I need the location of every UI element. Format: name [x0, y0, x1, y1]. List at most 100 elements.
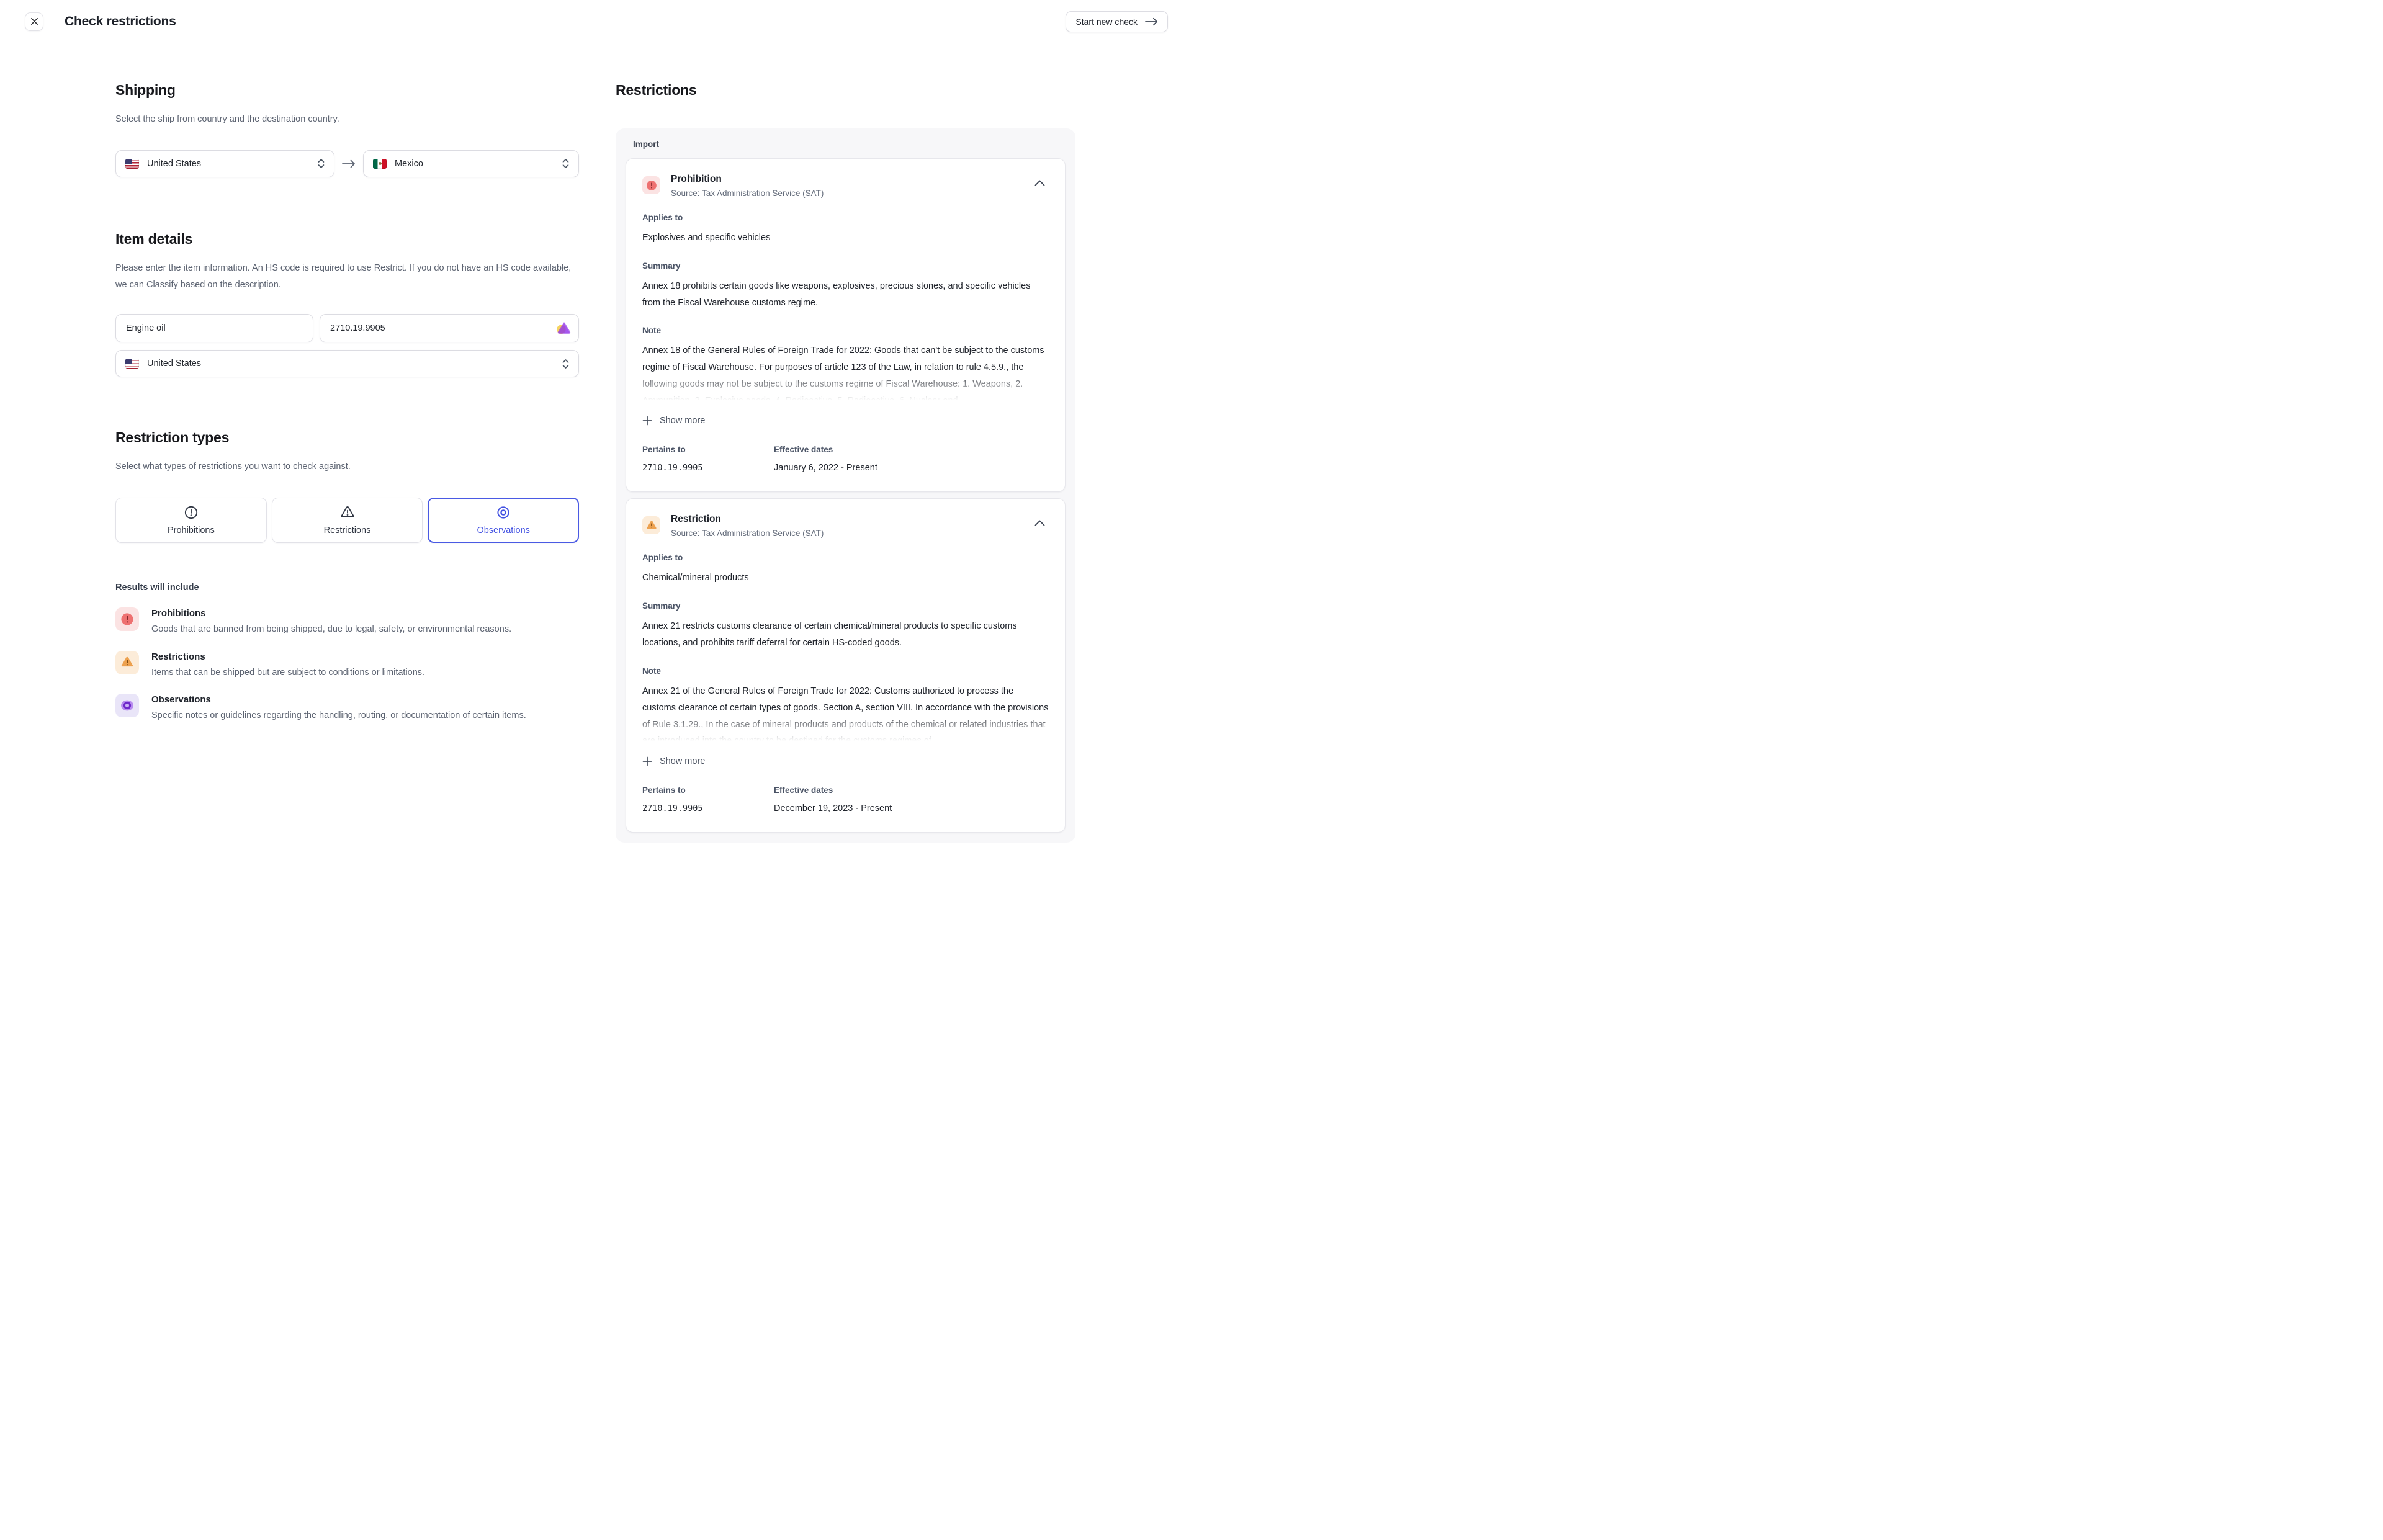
restriction-badge-icon — [115, 651, 139, 674]
page-title: Check restrictions — [65, 14, 176, 29]
summary-value: Annex 21 restricts customs clearance of … — [642, 618, 1049, 651]
card-title: Prohibition — [671, 174, 824, 185]
collapse-button[interactable] — [1031, 516, 1049, 530]
show-more-label: Show more — [660, 416, 705, 426]
chevron-up-icon — [1034, 180, 1045, 186]
effective-dates-value: January 6, 2022 - Present — [774, 463, 877, 473]
effective-dates-label: Effective dates — [774, 786, 892, 795]
shipping-route-row: United States Mexico — [115, 150, 579, 177]
result-item-description: Goods that are banned from being shipped… — [151, 623, 511, 635]
effective-dates-value: December 19, 2023 - Present — [774, 804, 892, 813]
shipping-heading: Shipping — [115, 83, 579, 97]
result-item-restrictions: Restrictions Items that can be shipped b… — [115, 651, 579, 679]
result-item-description: Specific notes or guidelines regarding t… — [151, 709, 526, 722]
chevron-up-icon — [1034, 520, 1045, 526]
start-new-check-label: Start new check — [1075, 17, 1138, 27]
show-more-button[interactable]: Show more — [642, 413, 705, 428]
main-content: Shipping Select the ship from country an… — [0, 43, 1192, 843]
applies-to-label: Applies to — [642, 213, 1049, 222]
plus-icon — [642, 416, 652, 426]
note-label: Note — [642, 326, 1049, 335]
route-arrow-icon — [334, 159, 363, 168]
result-item-title: Prohibitions — [151, 608, 511, 619]
show-more-button[interactable]: Show more — [642, 754, 705, 769]
summary-label: Summary — [642, 261, 1049, 271]
country-of-origin-select[interactable]: United States — [115, 350, 579, 377]
plus-icon — [642, 756, 652, 766]
select-chevrons-icon — [562, 359, 570, 369]
shipping-description: Select the ship from country and the des… — [115, 111, 579, 128]
result-item-prohibitions: Prohibitions Goods that are banned from … — [115, 607, 579, 635]
pertains-to-label: Pertains to — [642, 786, 774, 795]
type-card-observations[interactable]: Observations — [428, 498, 579, 543]
ship-from-select[interactable]: United States — [115, 150, 334, 177]
summary-label: Summary — [642, 601, 1049, 611]
select-chevrons-icon — [317, 158, 325, 169]
result-item-title: Observations — [151, 694, 526, 705]
us-flag-icon — [125, 159, 139, 169]
results-will-include-label: Results will include — [115, 583, 579, 593]
pertains-to-value: 2710.19.9905 — [642, 804, 774, 813]
card-title: Restriction — [671, 514, 824, 525]
prohibition-badge-icon — [642, 176, 660, 194]
ship-from-value: United States — [147, 159, 201, 169]
applies-to-value: Explosives and specific vehicles — [642, 230, 1049, 246]
type-card-prohibitions[interactable]: Prohibitions — [115, 498, 267, 543]
applies-to-value: Chemical/mineral products — [642, 570, 1049, 586]
item-details-heading: Item details — [115, 232, 579, 246]
card-source: Source: Tax Administration Service (SAT) — [671, 189, 824, 198]
result-item-observations: Observations Specific notes or guideline… — [115, 694, 579, 722]
pertains-to-label: Pertains to — [642, 445, 774, 454]
observation-badge-icon — [115, 694, 139, 717]
restriction-card: Restriction Source: Tax Administration S… — [626, 498, 1066, 832]
us-flag-icon — [125, 359, 139, 369]
classify-logo-icon[interactable] — [555, 320, 572, 337]
item-description-input[interactable] — [115, 314, 313, 342]
mexico-flag-icon — [373, 159, 387, 169]
restriction-types-heading: Restriction types — [115, 431, 579, 445]
restriction-types-description: Select what types of restrictions you wa… — [115, 459, 579, 475]
close-button[interactable] — [25, 12, 43, 31]
result-item-description: Items that can be shipped but are subjec… — [151, 666, 424, 679]
result-item-title: Restrictions — [151, 651, 424, 662]
prohibition-badge-icon — [115, 607, 139, 631]
ship-to-select[interactable]: Mexico — [363, 150, 579, 177]
item-inputs-row — [115, 314, 579, 342]
note-label: Note — [642, 666, 1049, 676]
start-new-check-button[interactable]: Start new check — [1066, 11, 1168, 32]
results-column: Restrictions Import Prohibition Source: … — [616, 43, 1075, 843]
type-card-label: Prohibitions — [168, 526, 215, 535]
import-group-label: Import — [633, 140, 1066, 149]
note-value: Annex 18 of the General Rules of Foreign… — [642, 342, 1049, 405]
eye-target-icon — [496, 505, 511, 520]
triangle-alert-icon — [340, 505, 355, 520]
close-icon — [30, 17, 38, 25]
prohibition-card: Prohibition Source: Tax Administration S… — [626, 158, 1066, 492]
card-meta-row: Pertains to 2710.19.9905 Effective dates… — [642, 786, 1049, 813]
select-chevrons-icon — [562, 158, 570, 169]
effective-dates-label: Effective dates — [774, 445, 877, 454]
type-card-label: Observations — [477, 526, 529, 535]
hs-code-field — [320, 314, 579, 342]
summary-value: Annex 18 prohibits certain goods like we… — [642, 278, 1049, 311]
note-value: Annex 21 of the General Rules of Foreign… — [642, 683, 1049, 745]
prohibition-card-header: Prohibition Source: Tax Administration S… — [642, 174, 1049, 198]
card-source: Source: Tax Administration Service (SAT) — [671, 529, 824, 538]
applies-to-label: Applies to — [642, 553, 1049, 562]
collapse-button[interactable] — [1031, 176, 1049, 190]
origin-row: United States — [115, 350, 579, 377]
import-panel: Import Prohibition Source: Tax Administr… — [616, 128, 1075, 843]
show-more-label: Show more — [660, 756, 705, 766]
ship-to-value: Mexico — [395, 159, 423, 169]
restrictions-heading: Restrictions — [616, 83, 1075, 97]
country-of-origin-value: United States — [147, 359, 201, 369]
item-details-description: Please enter the item information. An HS… — [115, 260, 579, 293]
top-bar: Check restrictions Start new check — [0, 0, 1192, 43]
type-card-restrictions[interactable]: Restrictions — [272, 498, 423, 543]
circle-alert-icon — [184, 505, 199, 520]
type-card-label: Restrictions — [324, 526, 371, 535]
card-meta-row: Pertains to 2710.19.9905 Effective dates… — [642, 445, 1049, 473]
form-column: Shipping Select the ship from country an… — [115, 43, 579, 843]
hs-code-input[interactable] — [320, 314, 579, 342]
restriction-type-cards: Prohibitions Restrictions Observations — [115, 498, 579, 543]
